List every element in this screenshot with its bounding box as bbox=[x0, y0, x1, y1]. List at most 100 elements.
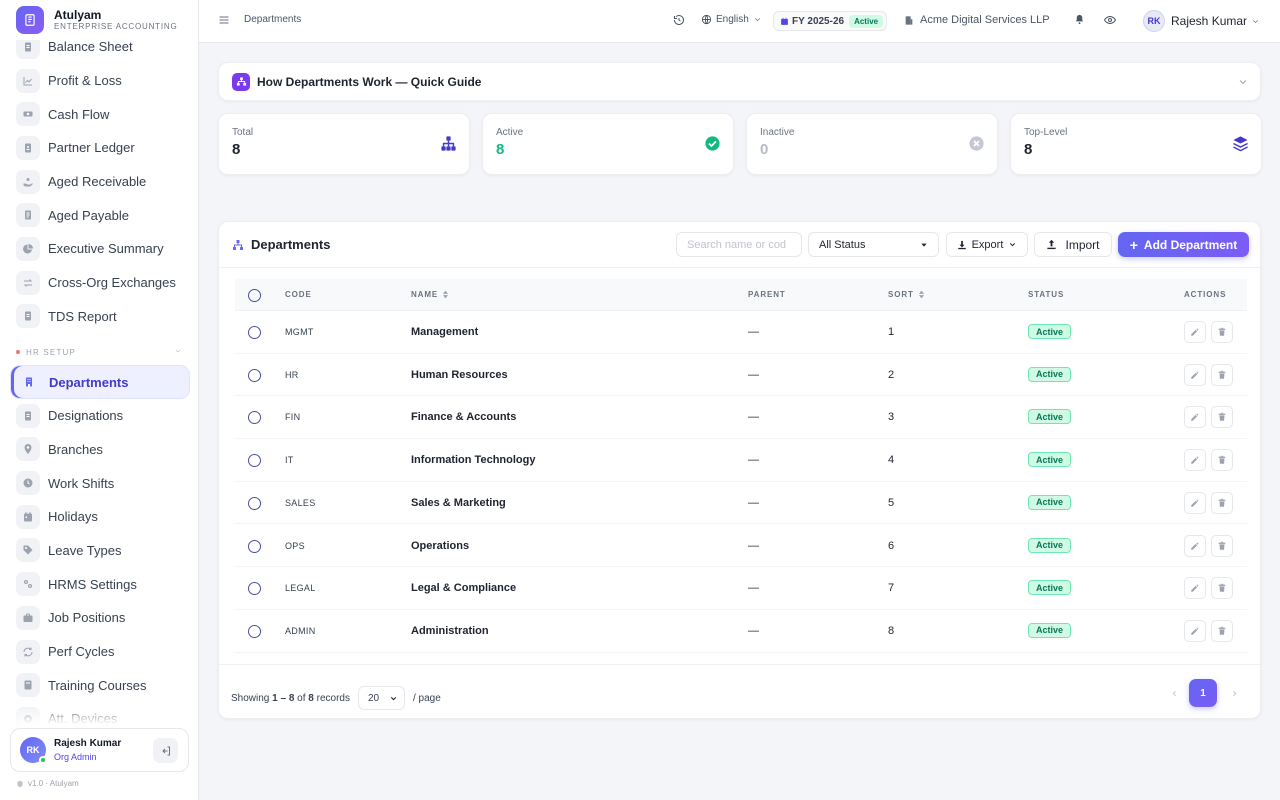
sidebar-item-holidays[interactable]: Holidays bbox=[10, 500, 190, 534]
cell-sort: 8 bbox=[888, 624, 895, 637]
edit-button[interactable] bbox=[1184, 449, 1206, 472]
search-input[interactable] bbox=[676, 232, 802, 257]
sidebar-item-perf-cycles[interactable]: Perf Cycles bbox=[10, 635, 190, 669]
column-header-sort-label: SORT bbox=[888, 290, 914, 299]
table-row[interactable]: HR Human Resources — 2 Active bbox=[235, 354, 1247, 397]
cell-name[interactable]: Human Resources bbox=[411, 369, 508, 381]
sidebar-item-job-positions[interactable]: Job Positions bbox=[10, 601, 190, 635]
brand[interactable]: Atulyam ENTERPRISE ACCOUNTING bbox=[0, 0, 198, 40]
sidebar-item-cash-flow[interactable]: Cash Flow bbox=[10, 97, 190, 131]
menu-toggle-button[interactable] bbox=[218, 14, 230, 26]
status-badge: Active bbox=[1028, 324, 1072, 339]
row-select-radio[interactable] bbox=[248, 624, 261, 638]
sidebar-item-tds-report[interactable]: TDS Report bbox=[10, 300, 190, 334]
next-page-button[interactable] bbox=[1220, 679, 1248, 707]
row-select-radio[interactable] bbox=[248, 582, 261, 596]
edit-button[interactable] bbox=[1184, 619, 1206, 642]
sidebar-item-departments[interactable]: Departments bbox=[10, 365, 190, 399]
delete-button[interactable] bbox=[1211, 577, 1233, 600]
avatar[interactable]: RK bbox=[20, 737, 47, 764]
edit-button[interactable] bbox=[1184, 363, 1206, 386]
row-select-radio[interactable] bbox=[248, 368, 261, 382]
sidebar-item-executive-summary[interactable]: Executive Summary bbox=[10, 232, 190, 266]
user-menu[interactable]: RK Rajesh Kumar bbox=[1143, 10, 1260, 32]
delete-button[interactable] bbox=[1211, 534, 1233, 557]
avatar-initials: RK bbox=[26, 745, 40, 755]
sidebar-item-leave-types[interactable]: Leave Types bbox=[10, 534, 190, 568]
row-select-radio[interactable] bbox=[248, 411, 261, 425]
building-icon bbox=[17, 370, 41, 394]
prev-page-button[interactable] bbox=[1160, 679, 1188, 707]
sidebar-item-aged-receivable[interactable]: Aged Receivable bbox=[10, 165, 190, 199]
sidebar-item-profit-loss[interactable]: Profit & Loss bbox=[10, 64, 190, 98]
add-department-button[interactable]: + Add Department bbox=[1118, 232, 1249, 257]
language-selector[interactable]: English bbox=[701, 14, 762, 25]
cell-name[interactable]: Finance & Accounts bbox=[411, 411, 516, 423]
sidebar-item-label: Aged Payable bbox=[48, 207, 129, 223]
history-button[interactable] bbox=[673, 14, 685, 26]
sidebar-item-work-shifts[interactable]: Work Shifts bbox=[10, 466, 190, 500]
logout-button[interactable] bbox=[153, 738, 178, 763]
export-button[interactable]: Export bbox=[946, 232, 1028, 257]
cell-name[interactable]: Legal & Compliance bbox=[411, 582, 516, 594]
page-button-current[interactable]: 1 bbox=[1189, 679, 1217, 707]
export-label: Export bbox=[971, 238, 1004, 251]
delete-button[interactable] bbox=[1211, 619, 1233, 642]
table-row[interactable]: OPS Operations — 6 Active bbox=[235, 525, 1247, 568]
app-logo-icon bbox=[16, 6, 44, 34]
download-icon bbox=[957, 240, 966, 249]
import-button[interactable]: Import bbox=[1034, 232, 1112, 257]
status-filter-select[interactable]: All Status bbox=[808, 232, 939, 257]
select-all-radio[interactable] bbox=[248, 289, 261, 302]
sidebar-item-hrms-settings[interactable]: HRMS Settings bbox=[10, 567, 190, 601]
table-row[interactable]: ADMIN Administration — 8 Active bbox=[235, 610, 1247, 653]
delete-button[interactable] bbox=[1211, 321, 1233, 343]
edit-button[interactable] bbox=[1184, 577, 1206, 600]
chevron-down-icon bbox=[390, 696, 397, 700]
row-select-radio[interactable] bbox=[248, 454, 261, 468]
delete-button[interactable] bbox=[1211, 363, 1233, 386]
table-row[interactable]: IT Information Technology — 4 Active bbox=[235, 439, 1247, 482]
brand-subtitle: ENTERPRISE ACCOUNTING bbox=[54, 22, 178, 31]
notifications-button[interactable] bbox=[1074, 14, 1085, 25]
cell-code: LEGAL bbox=[285, 583, 316, 594]
delete-button[interactable] bbox=[1211, 449, 1233, 472]
row-select-radio[interactable] bbox=[248, 326, 261, 339]
edit-button[interactable] bbox=[1184, 406, 1206, 429]
per-page-select[interactable]: 20 bbox=[358, 686, 405, 710]
sidebar-item-label: Designations bbox=[48, 408, 124, 424]
fiscal-year-selector[interactable]: FY 2025-26 Active bbox=[773, 11, 888, 31]
column-header-name[interactable]: NAME bbox=[411, 290, 449, 299]
pencil-icon bbox=[1191, 499, 1199, 507]
table-row[interactable]: SALES Sales & Marketing — 5 Active bbox=[235, 482, 1247, 525]
preview-button[interactable] bbox=[1104, 14, 1116, 26]
row-select-radio[interactable] bbox=[248, 539, 261, 553]
table-row[interactable]: MGMT Management — 1 Active bbox=[235, 311, 1247, 354]
edit-button[interactable] bbox=[1184, 534, 1206, 557]
cell-name[interactable]: Administration bbox=[411, 625, 489, 637]
organization-selector[interactable]: Acme Digital Services LLP bbox=[904, 14, 1050, 26]
logout-icon bbox=[161, 746, 170, 755]
cell-name[interactable]: Operations bbox=[411, 540, 469, 552]
column-header-sort[interactable]: SORT bbox=[888, 290, 925, 299]
table-row[interactable]: LEGAL Legal & Compliance — 7 Active bbox=[235, 567, 1247, 610]
cell-name[interactable]: Information Technology bbox=[411, 454, 535, 466]
sidebar-item-cross-org-exchanges[interactable]: Cross-Org Exchanges bbox=[10, 266, 190, 300]
delete-button[interactable] bbox=[1211, 406, 1233, 429]
delete-button[interactable] bbox=[1211, 491, 1233, 514]
sidebar-item-training-courses[interactable]: Training Courses bbox=[10, 668, 190, 702]
sidebar-item-designations[interactable]: Designations bbox=[10, 399, 190, 433]
sidebar-item-branches[interactable]: Branches bbox=[10, 433, 190, 467]
cell-name[interactable]: Management bbox=[411, 326, 478, 338]
edit-button[interactable] bbox=[1184, 321, 1206, 343]
hierarchy-icon bbox=[440, 135, 457, 157]
cell-name[interactable]: Sales & Marketing bbox=[411, 497, 506, 509]
edit-button[interactable] bbox=[1184, 491, 1206, 514]
breadcrumb: Departments bbox=[244, 14, 302, 25]
table-row[interactable]: FIN Finance & Accounts — 3 Active bbox=[235, 396, 1247, 440]
quick-guide-accordion[interactable]: How Departments Work — Quick Guide bbox=[218, 62, 1261, 101]
sidebar-item-partner-ledger[interactable]: Partner Ledger bbox=[10, 131, 190, 165]
sidebar-item-aged-payable[interactable]: Aged Payable bbox=[10, 198, 190, 232]
sidebar-section-hr-setup[interactable]: HR SETUP bbox=[10, 339, 190, 365]
row-select-radio[interactable] bbox=[248, 496, 261, 510]
